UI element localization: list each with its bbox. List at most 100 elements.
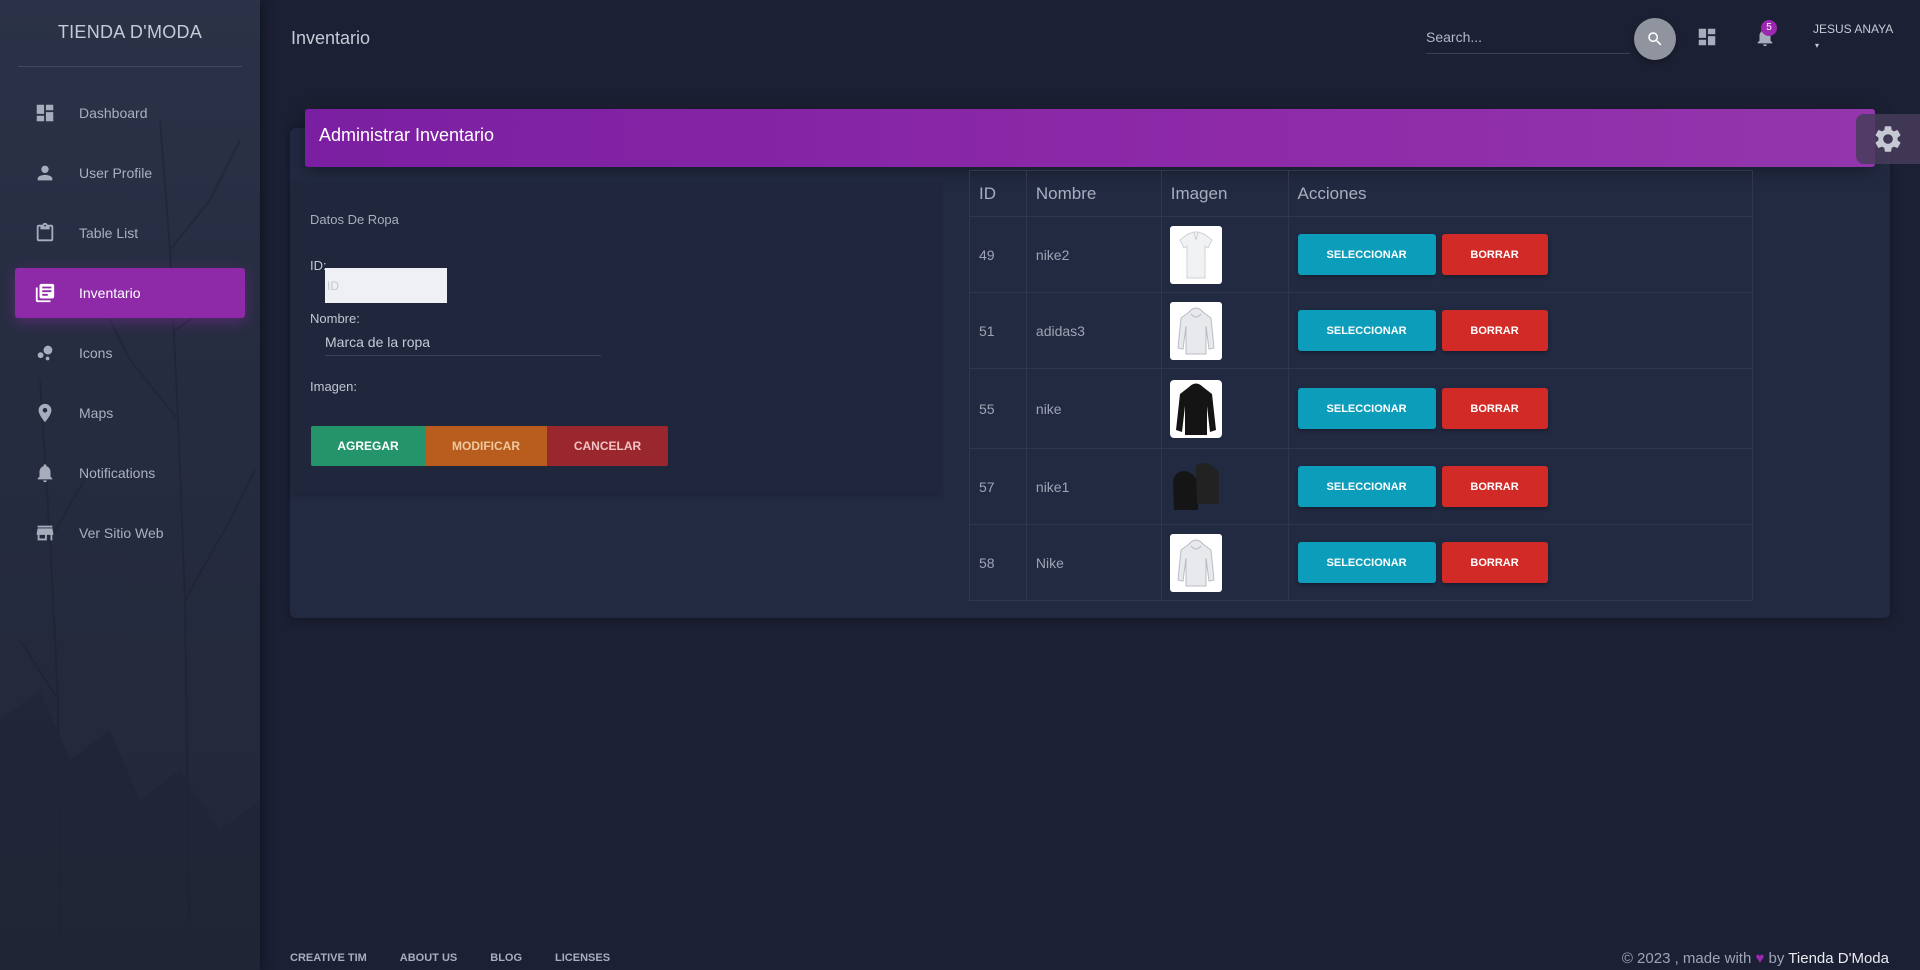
search-box [1426,22,1630,54]
footer-link-blog[interactable]: BLOG [490,952,522,964]
form-section-title: Datos De Ropa [310,212,399,227]
bubble-chart-icon [33,341,57,365]
borrar-button[interactable]: BORRAR [1441,466,1548,507]
cell-nombre: nike2 [1025,216,1162,293]
imagen-label: Imagen: [310,379,357,394]
sidebar-item-ver-sitio-web[interactable]: Ver Sitio Web [15,508,245,558]
inventory-table: ID Nombre Imagen Acciones 49 nike2 SELEC… [969,170,1754,601]
cell-acciones: SELECCIONAR BORRAR [1287,216,1754,293]
cell-id: 57 [969,448,1027,525]
modificar-button[interactable]: MODIFICAR [425,426,547,466]
footer-link-about-us[interactable]: ABOUT US [400,952,457,964]
cell-acciones: SELECCIONAR BORRAR [1287,448,1754,525]
white-hoodie-image [1169,533,1222,592]
cell-id: 49 [969,216,1027,293]
form-button-group: AGREGAR MODIFICAR CANCELAR [311,426,668,466]
cell-imagen [1160,292,1289,369]
heart-icon: ♥ [1755,950,1765,967]
dashboard-icon[interactable] [1696,26,1720,50]
cell-id: 51 [969,292,1027,369]
library-books-icon [33,281,57,305]
sidebar-item-icons[interactable]: Icons [15,328,245,378]
copyright-by: by [1768,950,1785,967]
footer-link-licenses[interactable]: LICENSES [555,952,610,964]
borrar-button[interactable]: BORRAR [1441,310,1548,351]
sidebar-item-inventario[interactable]: Inventario [15,268,245,318]
borrar-button[interactable]: BORRAR [1441,234,1548,275]
column-header-nombre: Nombre [1025,170,1162,217]
clipboard-icon [33,221,57,245]
nombre-label: Nombre: [310,311,360,326]
user-menu[interactable]: JESUS ANAYA [1813,22,1893,36]
cell-nombre: nike1 [1025,448,1162,525]
cell-acciones: SELECCIONAR BORRAR [1287,524,1754,601]
column-header-acciones: Acciones [1287,170,1754,217]
table-row: 58 Nike SELECCIONAR BORRAR [969,524,1754,601]
sidebar-item-label: Dashboard [79,105,148,121]
cell-acciones: SELECCIONAR BORRAR [1287,292,1754,369]
card-title: Administrar Inventario [319,125,495,145]
search-button[interactable] [1634,18,1676,60]
cell-nombre: adidas3 [1025,292,1162,369]
sidebar-item-notifications[interactable]: Notifications [15,448,245,498]
settings-button[interactable] [1856,114,1920,164]
borrar-button[interactable]: BORRAR [1441,542,1548,583]
cell-nombre: Nike [1025,524,1162,601]
cell-id: 55 [969,368,1027,449]
divider [18,66,242,67]
seleccionar-button[interactable]: SELECCIONAR [1297,234,1436,275]
cell-id: 58 [969,524,1027,601]
white-hoodie-image [1169,301,1222,360]
dashboard-icon [33,101,57,125]
brand-logo[interactable]: TIENDA D'MODA [0,22,260,43]
page-title[interactable]: Inventario [291,28,370,49]
white-polo-shirt-image [1169,225,1222,284]
cell-acciones: SELECCIONAR BORRAR [1287,368,1754,449]
copyright-brand-link[interactable]: Tienda D'Moda [1788,950,1889,967]
id-field[interactable] [325,268,447,303]
cell-nombre: nike [1025,368,1162,449]
table-row: 57 nike1 SELECCIONAR BORRAR [969,448,1754,525]
table-header-row: ID Nombre Imagen Acciones [969,170,1754,217]
cancelar-button[interactable]: CANCELAR [547,426,668,466]
footer-link-creative-tim[interactable]: CREATIVE TIM [290,952,367,964]
sidebar-item-user-profile[interactable]: User Profile [15,148,245,198]
sidebar-item-label: User Profile [79,165,153,181]
seleccionar-button[interactable]: SELECCIONAR [1297,388,1436,429]
bell-icon [33,461,57,485]
gear-icon [1875,126,1901,152]
search-icon [1648,32,1662,46]
sidebar-item-label: Icons [79,345,113,361]
sidebar-item-label: Notifications [79,465,156,481]
borrar-button[interactable]: BORRAR [1441,388,1548,429]
table-row: 51 adidas3 SELECCIONAR BORRAR [969,292,1754,369]
sidebar-item-label: Maps [79,405,114,421]
table-row: 55 nike SELECCIONAR BORRAR [969,368,1754,449]
copyright: © 2023 , made with ♥ by Tienda D'Moda [1622,950,1889,967]
search-input[interactable] [1426,22,1630,52]
black-hoodie-image [1169,379,1222,438]
sidebar-item-label: Inventario [79,285,141,301]
nombre-field[interactable] [325,328,601,356]
sidebar-item-maps[interactable]: Maps [15,388,245,438]
footer-links: CREATIVE TIM ABOUT US BLOG LICENSES [290,952,643,964]
table-row: 49 nike2 SELECCIONAR BORRAR [969,216,1754,293]
sidebar-item-table-list[interactable]: Table List [15,208,245,258]
cell-imagen [1160,448,1289,525]
sidebar-item-label: Table List [79,225,139,241]
store-icon [33,521,57,545]
chevron-down-icon[interactable]: ▾ [1815,41,1819,50]
seleccionar-button[interactable]: SELECCIONAR [1297,466,1436,507]
card-header: Administrar Inventario [305,109,1875,167]
seleccionar-button[interactable]: SELECCIONAR [1297,542,1436,583]
seleccionar-button[interactable]: SELECCIONAR [1297,310,1436,351]
sidebar-item-label: Ver Sitio Web [79,525,164,541]
location-pin-icon [33,401,57,425]
agregar-button[interactable]: AGREGAR [311,426,425,466]
sidebar-nav: Dashboard User Profile Table List Invent… [15,88,245,568]
column-header-imagen: Imagen [1160,170,1289,217]
sidebar-item-dashboard[interactable]: Dashboard [15,88,245,138]
cell-imagen [1160,524,1289,601]
cell-imagen [1160,216,1289,293]
cell-imagen [1160,368,1289,449]
